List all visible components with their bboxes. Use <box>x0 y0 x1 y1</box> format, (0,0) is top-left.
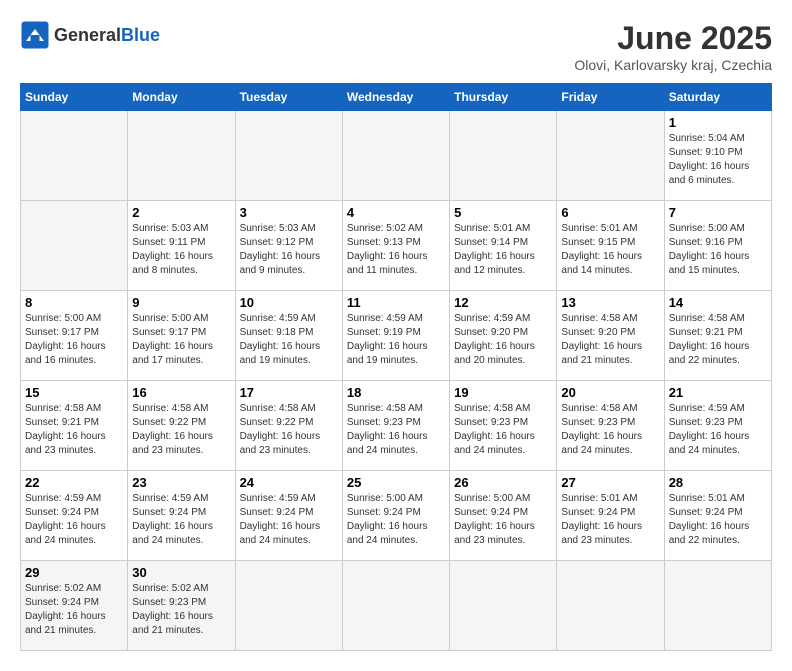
calendar-day-19: 19Sunrise: 4:58 AMSunset: 9:23 PMDayligh… <box>450 381 557 471</box>
calendar-day-22: 22Sunrise: 4:59 AMSunset: 9:24 PMDayligh… <box>21 471 128 561</box>
calendar-day-30: 30Sunrise: 5:02 AMSunset: 9:23 PMDayligh… <box>128 561 235 651</box>
calendar-day-25: 25Sunrise: 5:00 AMSunset: 9:24 PMDayligh… <box>342 471 449 561</box>
calendar-day-4: 4Sunrise: 5:02 AMSunset: 9:13 PMDaylight… <box>342 201 449 291</box>
logo-blue: Blue <box>121 25 160 45</box>
calendar-day-16: 16Sunrise: 4:58 AMSunset: 9:22 PMDayligh… <box>128 381 235 471</box>
calendar-day-7: 7Sunrise: 5:00 AMSunset: 9:16 PMDaylight… <box>664 201 771 291</box>
calendar-day-28: 28Sunrise: 5:01 AMSunset: 9:24 PMDayligh… <box>664 471 771 561</box>
calendar-day-26: 26Sunrise: 5:00 AMSunset: 9:24 PMDayligh… <box>450 471 557 561</box>
calendar-day-10: 10Sunrise: 4:59 AMSunset: 9:18 PMDayligh… <box>235 291 342 381</box>
empty-cell <box>21 201 128 291</box>
week-row-4: 22Sunrise: 4:59 AMSunset: 9:24 PMDayligh… <box>21 471 772 561</box>
calendar-day-27: 27Sunrise: 5:01 AMSunset: 9:24 PMDayligh… <box>557 471 664 561</box>
calendar-day-5: 5Sunrise: 5:01 AMSunset: 9:14 PMDaylight… <box>450 201 557 291</box>
calendar-day-1: 1Sunrise: 5:04 AMSunset: 9:10 PMDaylight… <box>664 111 771 201</box>
calendar-day-9: 9Sunrise: 5:00 AMSunset: 9:17 PMDaylight… <box>128 291 235 381</box>
calendar-day-20: 20Sunrise: 4:58 AMSunset: 9:23 PMDayligh… <box>557 381 664 471</box>
empty-cell <box>128 111 235 201</box>
calendar-day-2: 2Sunrise: 5:03 AMSunset: 9:11 PMDaylight… <box>128 201 235 291</box>
empty-cell <box>664 561 771 651</box>
empty-cell <box>557 561 664 651</box>
calendar-title: June 2025 <box>574 20 772 57</box>
calendar-day-3: 3Sunrise: 5:03 AMSunset: 9:12 PMDaylight… <box>235 201 342 291</box>
calendar-day-6: 6Sunrise: 5:01 AMSunset: 9:15 PMDaylight… <box>557 201 664 291</box>
weekday-header-tuesday: Tuesday <box>235 84 342 111</box>
calendar-day-11: 11Sunrise: 4:59 AMSunset: 9:19 PMDayligh… <box>342 291 449 381</box>
calendar-day-17: 17Sunrise: 4:58 AMSunset: 9:22 PMDayligh… <box>235 381 342 471</box>
empty-cell <box>235 561 342 651</box>
logo: GeneralBlue <box>20 20 160 50</box>
logo-icon <box>20 20 50 50</box>
calendar-day-13: 13Sunrise: 4:58 AMSunset: 9:20 PMDayligh… <box>557 291 664 381</box>
calendar-day-8: 8Sunrise: 5:00 AMSunset: 9:17 PMDaylight… <box>21 291 128 381</box>
logo-general: General <box>54 25 121 45</box>
title-block: June 2025 Olovi, Karlovarsky kraj, Czech… <box>574 20 772 73</box>
calendar-day-23: 23Sunrise: 4:59 AMSunset: 9:24 PMDayligh… <box>128 471 235 561</box>
weekday-header-sunday: Sunday <box>21 84 128 111</box>
week-row-3: 15Sunrise: 4:58 AMSunset: 9:21 PMDayligh… <box>21 381 772 471</box>
empty-cell <box>450 111 557 201</box>
empty-cell <box>342 111 449 201</box>
empty-cell <box>21 111 128 201</box>
week-row-2: 8Sunrise: 5:00 AMSunset: 9:17 PMDaylight… <box>21 291 772 381</box>
calendar-subtitle: Olovi, Karlovarsky kraj, Czechia <box>574 57 772 73</box>
calendar-table: SundayMondayTuesdayWednesdayThursdayFrid… <box>20 83 772 651</box>
calendar-day-12: 12Sunrise: 4:59 AMSunset: 9:20 PMDayligh… <box>450 291 557 381</box>
page-container: GeneralBlue June 2025 Olovi, Karlovarsky… <box>20 20 772 651</box>
week-row-0: 1Sunrise: 5:04 AMSunset: 9:10 PMDaylight… <box>21 111 772 201</box>
empty-cell <box>557 111 664 201</box>
empty-cell <box>450 561 557 651</box>
weekday-header-thursday: Thursday <box>450 84 557 111</box>
empty-cell <box>342 561 449 651</box>
weekday-header-friday: Friday <box>557 84 664 111</box>
weekday-header-saturday: Saturday <box>664 84 771 111</box>
weekday-header-row: SundayMondayTuesdayWednesdayThursdayFrid… <box>21 84 772 111</box>
calendar-day-29: 29Sunrise: 5:02 AMSunset: 9:24 PMDayligh… <box>21 561 128 651</box>
calendar-day-15: 15Sunrise: 4:58 AMSunset: 9:21 PMDayligh… <box>21 381 128 471</box>
header: GeneralBlue June 2025 Olovi, Karlovarsky… <box>20 20 772 73</box>
weekday-header-wednesday: Wednesday <box>342 84 449 111</box>
calendar-day-24: 24Sunrise: 4:59 AMSunset: 9:24 PMDayligh… <box>235 471 342 561</box>
week-row-1: 2Sunrise: 5:03 AMSunset: 9:11 PMDaylight… <box>21 201 772 291</box>
calendar-day-18: 18Sunrise: 4:58 AMSunset: 9:23 PMDayligh… <box>342 381 449 471</box>
weekday-header-monday: Monday <box>128 84 235 111</box>
calendar-day-14: 14Sunrise: 4:58 AMSunset: 9:21 PMDayligh… <box>664 291 771 381</box>
week-row-5: 29Sunrise: 5:02 AMSunset: 9:24 PMDayligh… <box>21 561 772 651</box>
empty-cell <box>235 111 342 201</box>
calendar-day-21: 21Sunrise: 4:59 AMSunset: 9:23 PMDayligh… <box>664 381 771 471</box>
